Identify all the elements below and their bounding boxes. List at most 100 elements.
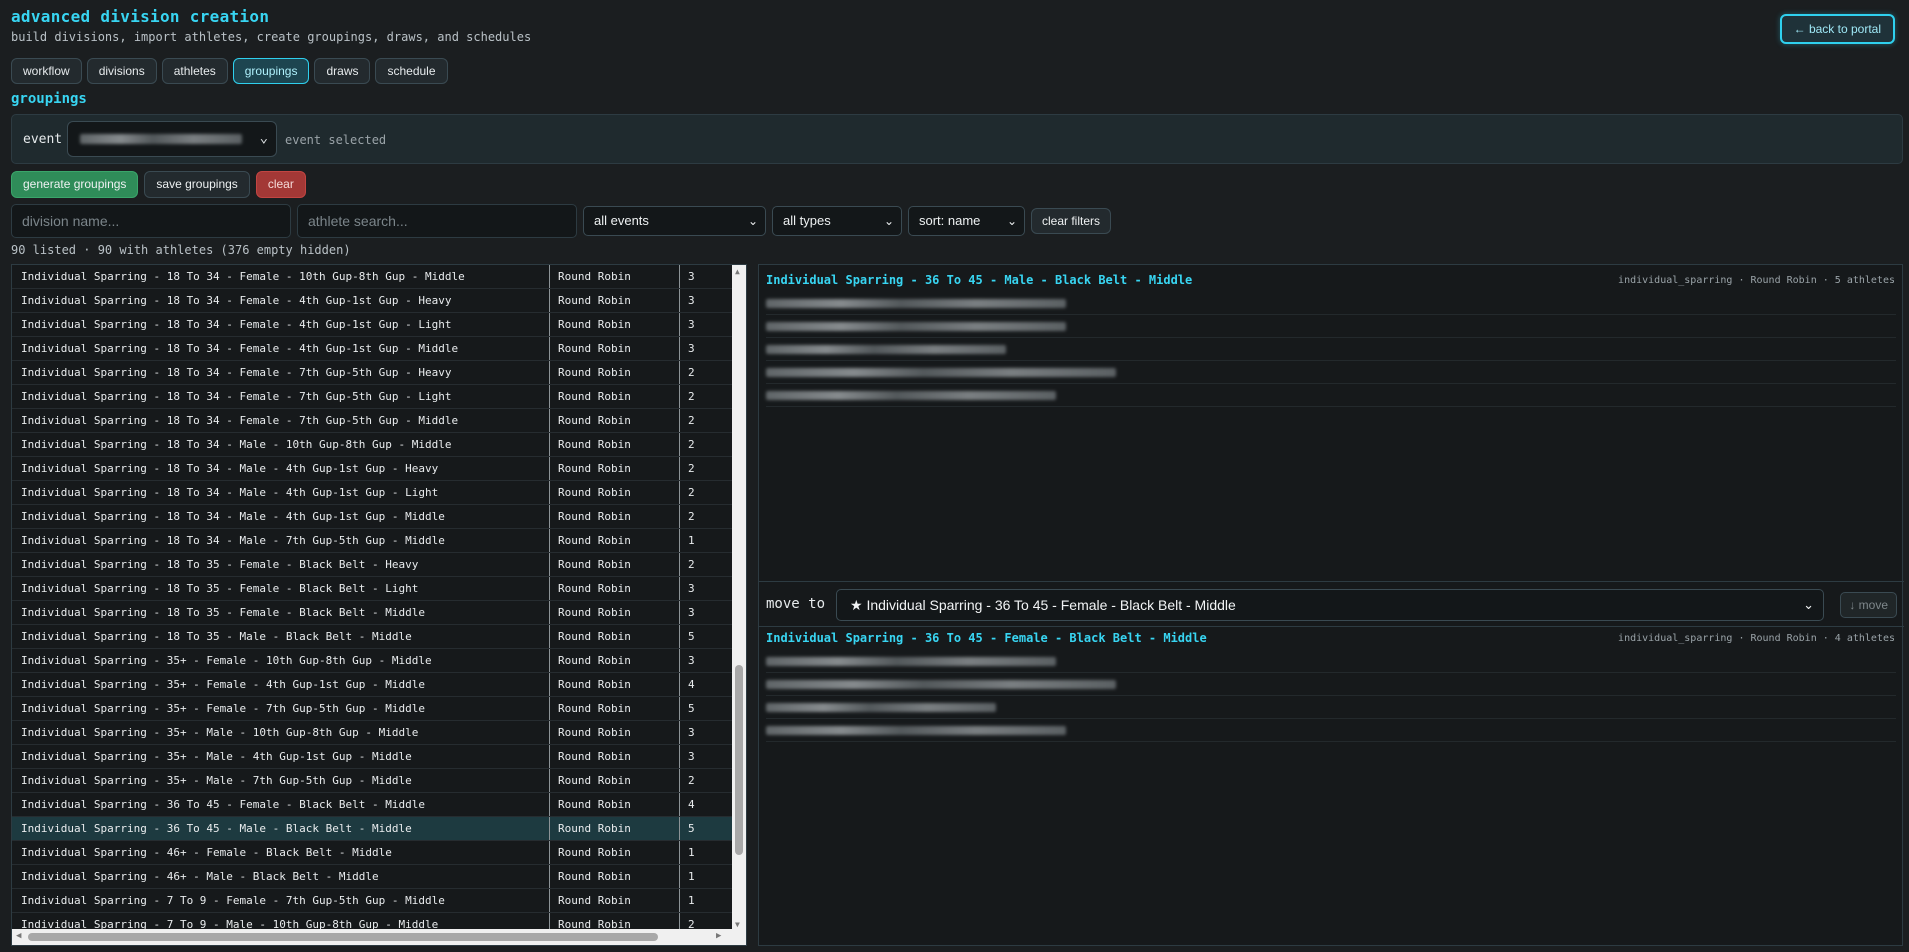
athlete-search-input[interactable]: athlete search... (297, 204, 577, 238)
table-row[interactable]: Individual Sparring - 18 To 34 - Male - … (12, 505, 734, 529)
table-row[interactable]: Individual Sparring - 18 To 34 - Female … (12, 337, 734, 361)
redacted-event-name (80, 134, 242, 144)
event-filter-value: all events (594, 213, 649, 228)
table-row[interactable]: Individual Sparring - 18 To 34 - Male - … (12, 433, 734, 457)
chevron-down-icon: ⌄ (883, 214, 894, 228)
table-row[interactable]: Individual Sparring - 18 To 34 - Female … (12, 265, 734, 289)
vertical-scrollbar[interactable]: ▲ ▼ (732, 265, 746, 931)
primary-division-meta: individual_sparring · Round Robin · 5 at… (1618, 275, 1895, 286)
table-row[interactable]: Individual Sparring - 18 To 35 - Female … (12, 577, 734, 601)
table-row[interactable]: Individual Sparring - 18 To 35 - Female … (12, 601, 734, 625)
tab-athletes[interactable]: athletes (161, 58, 228, 84)
division-type-cell: Round Robin (550, 289, 680, 312)
event-filter-select[interactable]: all events ⌄ (583, 206, 766, 236)
tab-groupings[interactable]: groupings (232, 58, 310, 84)
scroll-up-icon[interactable]: ▲ (735, 267, 740, 276)
division-rows: Individual Sparring - 18 To 34 - Female … (12, 265, 734, 931)
clear-filters-button[interactable]: clear filters (1031, 208, 1112, 234)
generate-groupings-button[interactable]: generate groupings (11, 171, 139, 198)
table-row[interactable]: Individual Sparring - 18 To 34 - Male - … (12, 457, 734, 481)
athlete-row[interactable] (766, 673, 1896, 696)
scrollbar-thumb[interactable] (28, 933, 658, 941)
table-row[interactable]: Individual Sparring - 35+ - Male - 4th G… (12, 745, 734, 769)
save-groupings-button[interactable]: save groupings (144, 171, 250, 198)
tab-divisions[interactable]: divisions (86, 58, 157, 84)
athlete-count-cell: 2 (688, 390, 695, 403)
division-type-cell: Round Robin (550, 529, 680, 552)
chevron-down-icon: ⌄ (1803, 597, 1814, 612)
division-name-cell: Individual Sparring - 35+ - Male - 10th … (12, 721, 550, 744)
division-name-cell: Individual Sparring - 35+ - Male - 4th G… (12, 745, 550, 768)
division-name-cell: Individual Sparring - 35+ - Female - 10t… (12, 649, 550, 672)
division-type-cell: Round Robin (550, 625, 680, 648)
back-to-portal-button[interactable]: ← back to portal (1779, 14, 1895, 44)
table-row[interactable]: Individual Sparring - 36 To 45 - Female … (12, 793, 734, 817)
table-row[interactable]: Individual Sparring - 36 To 45 - Male - … (12, 817, 734, 841)
sort-select[interactable]: sort: name ⌄ (908, 206, 1025, 236)
table-row[interactable]: Individual Sparring - 18 To 34 - Female … (12, 409, 734, 433)
redacted-athlete-name (766, 680, 1116, 689)
table-row[interactable]: Individual Sparring - 35+ - Male - 10th … (12, 721, 734, 745)
division-type-cell: Round Robin (550, 433, 680, 456)
athlete-count-cell: 5 (688, 702, 695, 715)
athlete-count-cell: 3 (688, 654, 695, 667)
athlete-row[interactable] (766, 719, 1896, 742)
athlete-row[interactable] (766, 315, 1896, 338)
table-row[interactable]: Individual Sparring - 18 To 35 - Female … (12, 553, 734, 577)
move-to-bar: move to ★ Individual Sparring - 36 To 45… (759, 581, 1904, 627)
athlete-row[interactable] (766, 338, 1896, 361)
athlete-row[interactable] (766, 361, 1896, 384)
athlete-row[interactable] (766, 650, 1896, 673)
athlete-count-cell: 2 (688, 438, 695, 451)
division-name-cell: Individual Sparring - 18 To 35 - Male - … (12, 625, 550, 648)
division-name-input[interactable]: division name... (11, 204, 291, 238)
table-row[interactable]: Individual Sparring - 18 To 34 - Female … (12, 361, 734, 385)
table-row[interactable]: Individual Sparring - 35+ - Female - 7th… (12, 697, 734, 721)
table-row[interactable]: Individual Sparring - 46+ - Male - Black… (12, 865, 734, 889)
move-to-label: move to (766, 596, 826, 612)
division-name-cell: Individual Sparring - 46+ - Male - Black… (12, 865, 550, 888)
table-row[interactable]: Individual Sparring - 18 To 34 - Male - … (12, 481, 734, 505)
division-name-cell: Individual Sparring - 18 To 34 - Male - … (12, 481, 550, 504)
event-select[interactable]: ⌄ (67, 121, 277, 157)
table-row[interactable]: Individual Sparring - 18 To 34 - Female … (12, 289, 734, 313)
athlete-row[interactable] (766, 384, 1896, 407)
division-type-cell: Round Robin (550, 505, 680, 528)
table-row[interactable]: Individual Sparring - 35+ - Female - 10t… (12, 649, 734, 673)
athlete-row[interactable] (766, 696, 1896, 719)
athlete-count-cell: 3 (688, 582, 695, 595)
division-type-cell: Round Robin (550, 409, 680, 432)
scroll-right-icon[interactable]: ▶ (716, 931, 721, 941)
scroll-left-icon[interactable]: ◀ (16, 931, 21, 941)
chevron-down-icon: ⌄ (1006, 214, 1017, 228)
table-row[interactable]: Individual Sparring - 35+ - Female - 4th… (12, 673, 734, 697)
table-row[interactable]: Individual Sparring - 18 To 35 - Male - … (12, 625, 734, 649)
clear-button[interactable]: clear (255, 171, 306, 198)
scrollbar-thumb[interactable] (735, 665, 743, 855)
table-row[interactable]: Individual Sparring - 18 To 34 - Female … (12, 385, 734, 409)
primary-division-title: Individual Sparring - 36 To 45 - Male - … (766, 273, 1193, 287)
tab-schedule[interactable]: schedule (375, 58, 448, 84)
athlete-count-cell: 3 (688, 342, 695, 355)
table-row[interactable]: Individual Sparring - 7 To 9 - Female - … (12, 889, 734, 913)
athlete-row[interactable] (766, 292, 1896, 315)
tab-draws[interactable]: draws (314, 58, 371, 84)
division-name-cell: Individual Sparring - 36 To 45 - Female … (12, 793, 550, 816)
move-to-select[interactable]: ★ Individual Sparring - 36 To 45 - Femal… (836, 589, 1824, 621)
sort-value: sort: name (919, 213, 981, 228)
scroll-down-icon[interactable]: ▼ (735, 920, 740, 929)
table-row[interactable]: Individual Sparring - 46+ - Female - Bla… (12, 841, 734, 865)
move-button[interactable]: ↓ move (1840, 592, 1897, 618)
division-type-cell: Round Robin (550, 889, 680, 912)
athlete-count-cell: 3 (688, 750, 695, 763)
table-row[interactable]: Individual Sparring - 18 To 34 - Female … (12, 313, 734, 337)
table-row[interactable]: Individual Sparring - 18 To 34 - Male - … (12, 529, 734, 553)
table-row[interactable]: Individual Sparring - 35+ - Male - 7th G… (12, 769, 734, 793)
division-type-cell: Round Robin (550, 817, 680, 840)
horizontal-scrollbar[interactable]: ◀ ▶ (12, 929, 746, 945)
redacted-athlete-name (766, 657, 1056, 666)
type-filter-select[interactable]: all types ⌄ (772, 206, 902, 236)
page-title: advanced division creation (11, 7, 270, 26)
division-type-cell: Round Robin (550, 457, 680, 480)
tab-workflow[interactable]: workflow (11, 58, 82, 84)
